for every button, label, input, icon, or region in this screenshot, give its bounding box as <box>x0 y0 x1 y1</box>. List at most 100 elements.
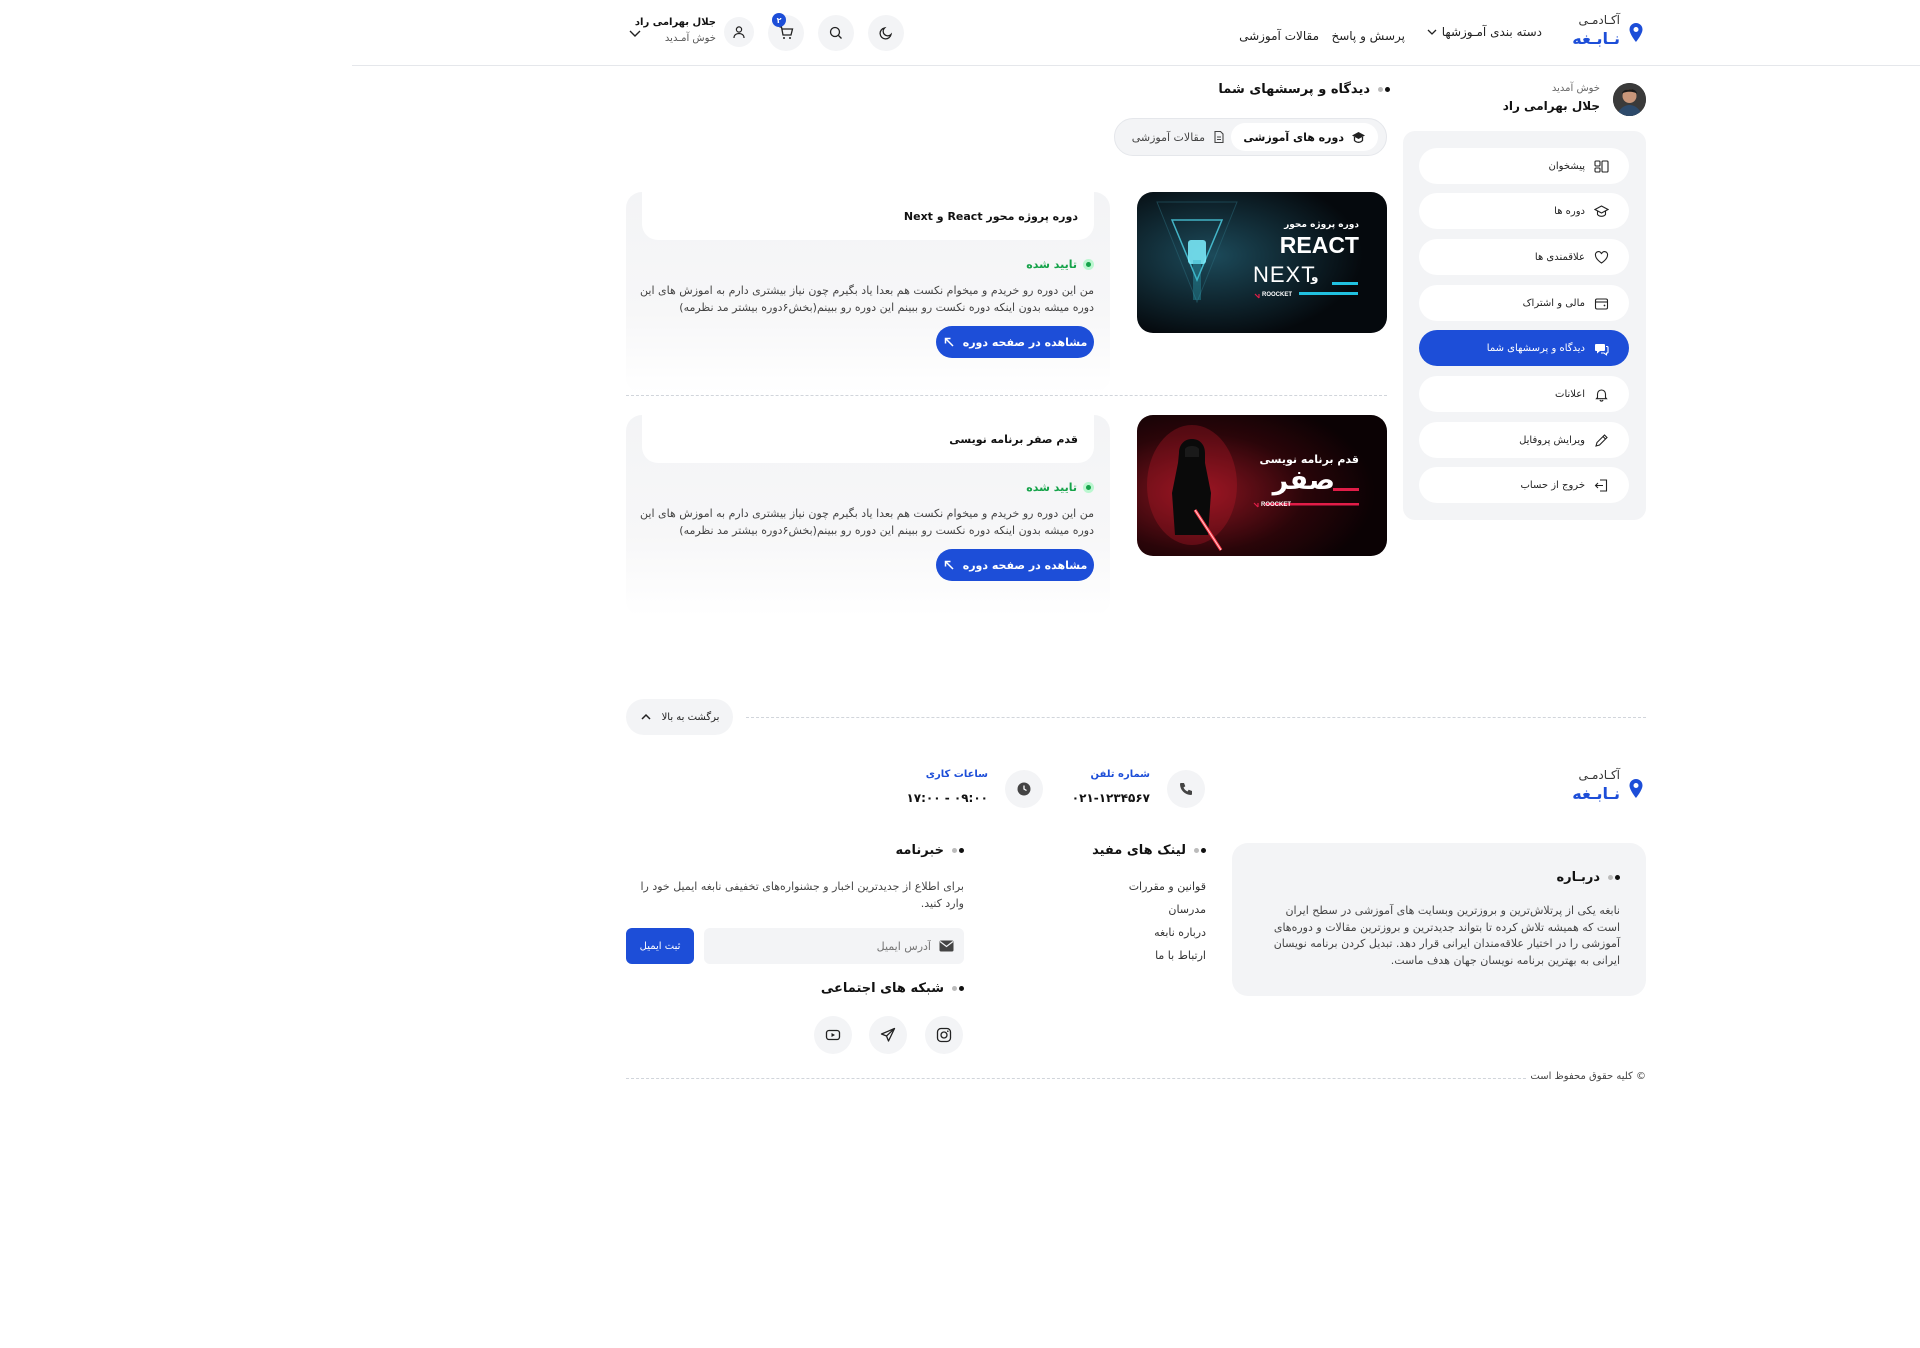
title-dots <box>952 986 964 991</box>
back-to-top-button[interactable]: برگشت به بالا <box>626 699 733 735</box>
subscribe-button[interactable]: ثبت ایمیل <box>626 928 694 964</box>
view-course-label: مشاهده در صفحه دوره <box>962 558 1088 572</box>
sidebar-item-notifications[interactable]: اعلانات <box>1419 376 1629 412</box>
footer-link-teachers[interactable]: مدرسان <box>1168 903 1206 916</box>
sidebar-item-label: پیشخوان <box>1548 160 1585 172</box>
thumb-brand: ROOCKET <box>1262 292 1292 298</box>
dark-mode-button[interactable] <box>868 15 904 51</box>
thumb-line1: دوره پروژه محور <box>1284 220 1359 230</box>
user-avatar-button[interactable] <box>724 17 754 47</box>
youtube-icon <box>825 1027 841 1043</box>
comment-text: من این دوره رو خریدم و میخوام نکست هم بع… <box>640 507 1094 537</box>
nav-qa-label[interactable]: پرسش و پاسخ <box>1331 29 1405 43</box>
newsletter-title: خبرنامه <box>896 843 964 858</box>
card-title-box: قدم صفر برنامه نویسی <box>642 415 1094 463</box>
cart-count-badge: ۲ <box>772 13 786 27</box>
phone-icon-circle <box>1167 770 1205 808</box>
course-title[interactable]: دوره پروژه محور React و Next <box>904 210 1078 223</box>
search-icon <box>828 25 844 41</box>
envelope-icon <box>939 940 954 952</box>
course-thumbnail-zero-step[interactable]: قدم برنامه نویسی صفر ROOCKET <box>1137 415 1387 556</box>
status-text: تایید شده <box>1026 481 1077 494</box>
sidebar-item-label: ویرایش پروفایل <box>1519 434 1585 446</box>
sidebar-greeting: خوش آمدید <box>1551 83 1600 94</box>
tab-courses[interactable]: دوره های آموزشی <box>1231 123 1378 151</box>
pencil-icon <box>1594 433 1609 448</box>
dashboard-icon <box>1594 159 1609 174</box>
title-dots <box>1608 875 1620 880</box>
thumb-and: و <box>1311 270 1319 284</box>
nav-categories[interactable]: دسته بندی آمـوزشها <box>1426 25 1542 39</box>
logo-top-text: آکـادمـی <box>1578 13 1620 27</box>
instagram-button[interactable] <box>925 1016 963 1054</box>
email-field[interactable] <box>704 928 964 964</box>
newsletter-title-text: خبرنامه <box>895 843 944 858</box>
sidebar-item-edit-profile[interactable]: ویرایش پروفایل <box>1419 422 1629 458</box>
copyright-text: © کلیه حقوق محفوظ است <box>1530 1071 1646 1082</box>
status-dot-icon <box>1083 259 1094 270</box>
sidebar-item-label: دیدگاه و پرسشهای شما <box>1486 342 1585 354</box>
header-user-name[interactable]: جلال بهرامی راد <box>635 17 716 28</box>
footer-link-contact[interactable]: ارتباط با ما <box>1155 949 1206 962</box>
sidebar-item-finance[interactable]: مالی و اشتراک <box>1419 285 1629 321</box>
graduation-cap-icon <box>1594 204 1609 219</box>
thumb-line2: صفر <box>1272 465 1335 496</box>
youtube-button[interactable] <box>814 1016 852 1054</box>
about-box: دربـاره نابغه یکی از پرتلاش‌ترین و بروزت… <box>1232 843 1646 996</box>
arrow-up-left-icon <box>943 336 955 348</box>
phone-label: شماره تلفن <box>1090 769 1150 780</box>
page-title: دیدگاه و پرسشهای شما <box>1218 82 1390 97</box>
tab-articles-label: مقالات آموزشی <box>1131 130 1205 144</box>
telegram-icon <box>880 1027 896 1043</box>
instagram-icon <box>936 1027 952 1043</box>
page-title-text: دیدگاه و پرسشهای شما <box>1218 82 1370 97</box>
comments-icon <box>1594 341 1609 356</box>
thumb-line2: REACT <box>1279 232 1359 258</box>
footer-link-terms[interactable]: قوانین و مقررات <box>1129 880 1206 893</box>
sidebar-item-favorites[interactable]: علاقمندی ها <box>1419 239 1629 275</box>
nav-articles[interactable]: مقالات آموزشی <box>1239 25 1319 44</box>
sidebar-item-courses[interactable]: دوره ها <box>1419 193 1629 229</box>
email-input[interactable] <box>731 939 931 953</box>
bell-icon <box>1594 387 1609 402</box>
arrow-up-left-icon <box>943 559 955 571</box>
sidebar-user-name: جلال بهرامی راد <box>1502 99 1600 113</box>
view-course-button[interactable]: مشاهده در صفحه دوره <box>936 549 1094 581</box>
logo-bottom-text[interactable]: نـابـغه <box>1572 29 1620 48</box>
nav-qa[interactable]: پرسش و پاسخ <box>1331 25 1405 44</box>
footer-logo-bottom-text[interactable]: نـابـغه <box>1572 784 1620 803</box>
nav-articles-label[interactable]: مقالات آموزشی <box>1239 29 1319 43</box>
course-title[interactable]: قدم صفر برنامه نویسی <box>949 433 1078 446</box>
divider <box>626 395 1387 396</box>
site-header: آکـادمـی نـابـغه دسته بندی آمـوزشها پرسش… <box>352 0 1920 66</box>
view-course-label: مشاهده در صفحه دوره <box>962 335 1088 349</box>
phone-value[interactable]: ۰۲۱-۱۲۳۴۵۶۷ <box>1072 791 1150 805</box>
graduation-cap-icon <box>1351 130 1366 145</box>
sidebar-item-label: دوره ها <box>1554 205 1585 217</box>
tab-articles[interactable]: مقالات آموزشی <box>1120 123 1238 151</box>
comment-text: من این دوره رو خریدم و میخوام نکست هم بع… <box>640 284 1094 314</box>
cart-icon <box>778 25 794 41</box>
heart-icon <box>1594 250 1609 265</box>
view-course-button[interactable]: مشاهده در صفحه دوره <box>936 326 1094 358</box>
title-dots <box>952 848 964 853</box>
about-title-text: دربـاره <box>1556 870 1600 885</box>
nav-categories-label[interactable]: دسته بندی آمـوزشها <box>1442 25 1542 39</box>
sidebar-item-dashboard[interactable]: پیشخوان <box>1419 148 1629 184</box>
comment-card: قدم صفر برنامه نویسی تایید شده من این دو… <box>626 415 1110 616</box>
user-menu-chevron-icon[interactable] <box>628 26 642 40</box>
telegram-button[interactable] <box>869 1016 907 1054</box>
sidebar-item-comments[interactable]: دیدگاه و پرسشهای شما <box>1419 330 1629 366</box>
clock-icon <box>1016 781 1032 797</box>
back-to-top-label: برگشت به بالا <box>661 711 720 723</box>
sidebar-item-logout[interactable]: خروج از حساب <box>1419 467 1629 503</box>
links-title: لینک های مفید <box>1092 843 1206 858</box>
hours-label: ساعات کاری <box>925 769 988 780</box>
course-thumbnail-react-next[interactable]: دوره پروژه محور REACT NEXT و ROOCKET <box>1137 192 1387 333</box>
search-button[interactable] <box>818 15 854 51</box>
footer-link-about[interactable]: درباره نابغه <box>1154 926 1206 939</box>
header-user-greeting: خوش آمـدید <box>664 33 716 44</box>
sidebar: پیشخوان دوره ها علاقمندی ها مالی و اشترا… <box>1403 131 1646 520</box>
sidebar-item-label: خروج از حساب <box>1520 479 1585 491</box>
moon-icon <box>878 25 894 41</box>
